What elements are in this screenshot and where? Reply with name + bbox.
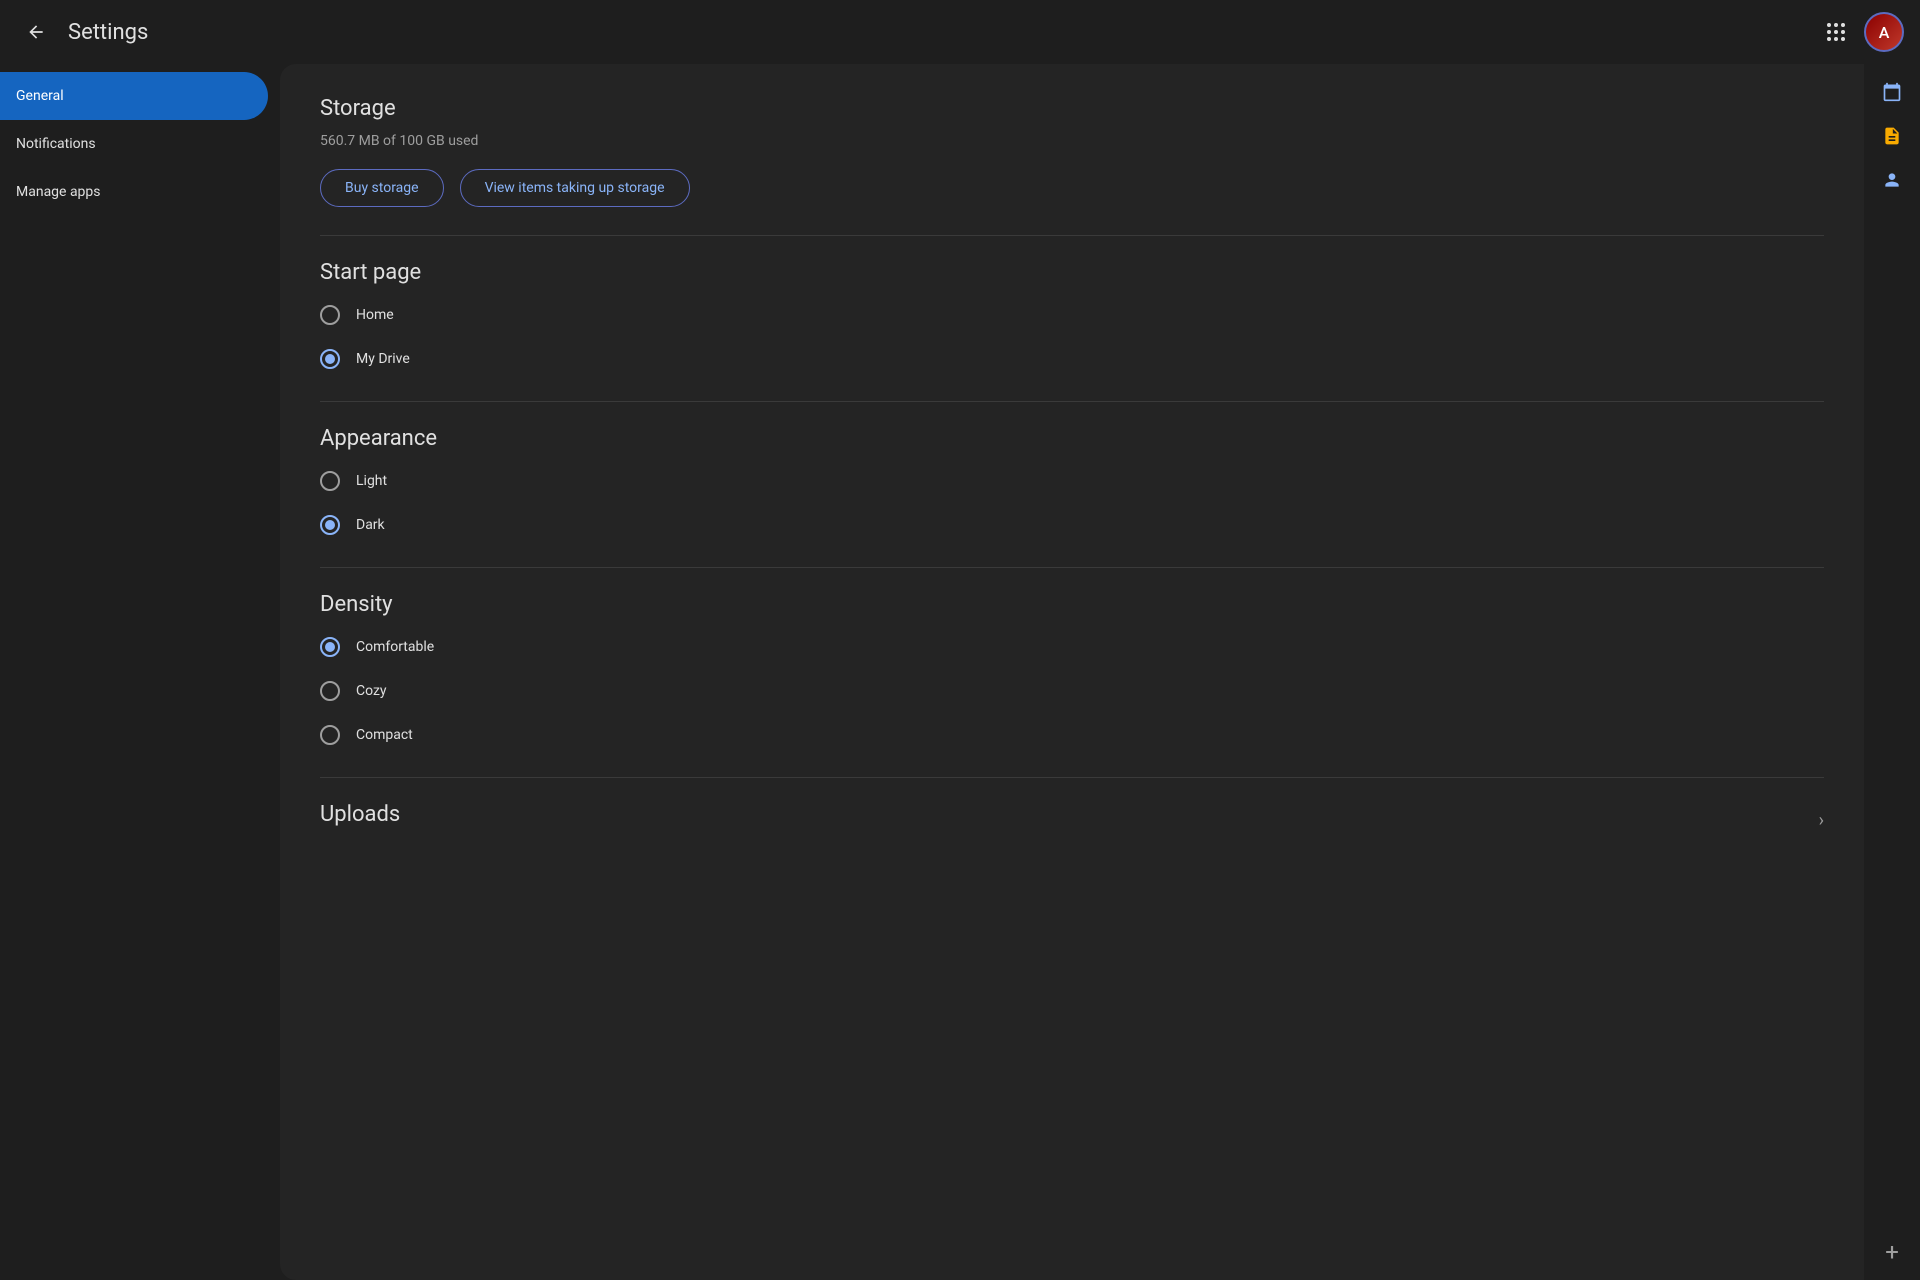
density-comfortable-radio[interactable]: [320, 637, 340, 657]
uploads-section: Uploads ›: [320, 802, 1824, 839]
sidebar-item-label-general: General: [16, 88, 64, 104]
start-page-title: Start page: [320, 260, 1824, 285]
uploads-row[interactable]: Uploads ›: [320, 802, 1824, 839]
storage-buttons: Buy storage View items taking up storage: [320, 169, 1824, 207]
storage-subtitle: 560.7 MB of 100 GB used: [320, 133, 1824, 149]
start-page-mydrive-option[interactable]: My Drive: [320, 341, 1824, 377]
sidebar-item-general[interactable]: General: [0, 72, 268, 120]
divider-4: [320, 777, 1824, 778]
density-section: Density Comfortable Cozy Compact: [320, 592, 1824, 753]
main-layout: General Notifications Manage apps Storag…: [0, 64, 1920, 1280]
storage-title: Storage: [320, 96, 1824, 121]
page-title: Settings: [68, 20, 148, 45]
sidebar: General Notifications Manage apps: [0, 64, 280, 1280]
divider-3: [320, 567, 1824, 568]
sidebar-item-notifications[interactable]: Notifications: [0, 120, 268, 168]
appearance-dark-label: Dark: [356, 517, 385, 533]
appearance-light-option[interactable]: Light: [320, 463, 1824, 499]
start-page-home-label: Home: [356, 307, 394, 323]
density-comfortable-label: Comfortable: [356, 639, 434, 655]
density-radio-group: Comfortable Cozy Compact: [320, 629, 1824, 753]
appearance-section: Appearance Light Dark: [320, 426, 1824, 543]
sidebar-item-label-notifications: Notifications: [16, 136, 96, 152]
right-panel: +: [1864, 64, 1920, 1280]
buy-storage-button[interactable]: Buy storage: [320, 169, 444, 207]
start-page-mydrive-radio-inner: [325, 354, 335, 364]
divider-1: [320, 235, 1824, 236]
uploads-chevron-icon: ›: [1819, 810, 1824, 831]
density-compact-option[interactable]: Compact: [320, 717, 1824, 753]
divider-2: [320, 401, 1824, 402]
add-panel-button[interactable]: +: [1872, 1232, 1912, 1272]
density-cozy-label: Cozy: [356, 683, 387, 699]
density-compact-label: Compact: [356, 727, 413, 743]
avatar[interactable]: A: [1864, 12, 1904, 52]
calendar-icon[interactable]: [1872, 72, 1912, 112]
appearance-dark-radio[interactable]: [320, 515, 340, 535]
contacts-icon[interactable]: [1872, 160, 1912, 200]
density-comfortable-radio-inner: [325, 642, 335, 652]
appearance-title: Appearance: [320, 426, 1824, 451]
density-comfortable-option[interactable]: Comfortable: [320, 629, 1824, 665]
grid-dots-icon: [1827, 23, 1845, 41]
appearance-dark-option[interactable]: Dark: [320, 507, 1824, 543]
density-title: Density: [320, 592, 1824, 617]
header: Settings A: [0, 0, 1920, 64]
back-button[interactable]: [16, 12, 56, 52]
start-page-mydrive-radio[interactable]: [320, 349, 340, 369]
density-compact-radio[interactable]: [320, 725, 340, 745]
apps-grid-button[interactable]: [1816, 12, 1856, 52]
appearance-light-radio[interactable]: [320, 471, 340, 491]
appearance-dark-radio-inner: [325, 520, 335, 530]
header-right: A: [1816, 12, 1904, 52]
sidebar-item-label-manage-apps: Manage apps: [16, 184, 101, 200]
storage-section: Storage 560.7 MB of 100 GB used Buy stor…: [320, 96, 1824, 207]
start-page-section: Start page Home My Drive: [320, 260, 1824, 377]
appearance-light-label: Light: [356, 473, 387, 489]
header-left: Settings: [16, 12, 148, 52]
start-page-mydrive-label: My Drive: [356, 351, 410, 367]
start-page-home-radio[interactable]: [320, 305, 340, 325]
appearance-radio-group: Light Dark: [320, 463, 1824, 543]
tasks-icon[interactable]: [1872, 116, 1912, 156]
uploads-title: Uploads: [320, 802, 400, 827]
density-cozy-radio[interactable]: [320, 681, 340, 701]
content-area: Storage 560.7 MB of 100 GB used Buy stor…: [280, 64, 1864, 1280]
sidebar-item-manage-apps[interactable]: Manage apps: [0, 168, 268, 216]
start-page-radio-group: Home My Drive: [320, 297, 1824, 377]
start-page-home-option[interactable]: Home: [320, 297, 1824, 333]
density-cozy-option[interactable]: Cozy: [320, 673, 1824, 709]
view-items-button[interactable]: View items taking up storage: [460, 169, 690, 207]
